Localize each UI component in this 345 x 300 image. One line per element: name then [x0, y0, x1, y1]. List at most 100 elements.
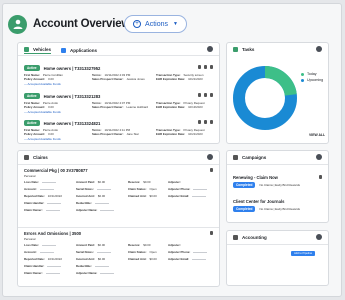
- field-label: Claim Owner:: [24, 208, 43, 212]
- campaigns-title: Campaigns: [242, 155, 267, 160]
- field-value: Leanne Hubbard: [126, 105, 149, 109]
- more-icon[interactable]: [210, 65, 213, 69]
- accounting-icon: [233, 235, 238, 240]
- claim-record: Errors And Omissions | 3500 Personal Los…: [24, 231, 213, 287]
- claim-title[interactable]: Errors And Omissions | 3500: [24, 231, 213, 236]
- field-value-placeholder: [193, 251, 208, 253]
- application-icon: [61, 48, 67, 53]
- field-label: Account:: [24, 187, 37, 191]
- field: Policy Amount: 0.00: [24, 132, 54, 136]
- settings-icon[interactable]: [316, 234, 322, 240]
- field-label: Adjuster Email:: [168, 257, 190, 261]
- edit-icon[interactable]: [198, 93, 201, 97]
- more-icon[interactable]: [210, 231, 213, 235]
- claim-field: Amount Paid: $0.00: [76, 180, 105, 184]
- edit-icon[interactable]: [198, 120, 201, 124]
- claim-title[interactable]: Commercial Pkg | 00 3V3780877: [24, 168, 213, 173]
- add-to-pipeline-button[interactable]: Add to Pipeline: [291, 251, 316, 256]
- settings-icon[interactable]: [316, 154, 322, 160]
- field-label: Policy Amount:: [24, 105, 46, 109]
- tab-applications[interactable]: Applications: [61, 48, 97, 53]
- record-title[interactable]: Home owners | T3313321283: [44, 94, 101, 99]
- record-title[interactable]: Home owners | T3313324821: [44, 121, 101, 126]
- actions-button[interactable]: + Actions ▼: [124, 15, 187, 33]
- plus-icon: +: [133, 20, 142, 28]
- claims-icon: [24, 155, 29, 160]
- field-value: Open: [149, 187, 157, 191]
- field-value: 10/21/2023: [188, 132, 203, 136]
- field-label: Adjuster Email:: [168, 194, 190, 198]
- copy-icon[interactable]: [204, 65, 207, 69]
- page-title: Account Overview: [33, 18, 131, 30]
- claim-field: Deductible:: [76, 264, 109, 268]
- divider: [18, 55, 219, 56]
- claim-field: Serial Notes:: [76, 187, 111, 191]
- view-all-link[interactable]: VIEW ALL: [309, 133, 325, 137]
- record-title[interactable]: Home owners | T3313327952: [44, 66, 101, 71]
- field-label: Claim Handler:: [24, 201, 45, 205]
- field-value-placeholder: [45, 209, 60, 211]
- field-value: Open: [149, 250, 157, 254]
- field-value-placeholder: [39, 188, 54, 190]
- field-label: Amount Paid:: [76, 243, 95, 247]
- record-link[interactable]: — Accepted Available Funds: [24, 82, 61, 86]
- claim-field: Reserve: $0.00: [128, 243, 150, 247]
- claim-field: Loss Date:: [24, 243, 56, 247]
- field-label: Adjuster Name:: [76, 208, 98, 212]
- field: Policy Amount: 0.00: [24, 105, 54, 109]
- field-value-placeholder: [41, 244, 56, 246]
- field-value: 10/13/2023: [188, 105, 203, 109]
- record-link[interactable]: — Accepted Available Funds: [24, 137, 61, 141]
- field-label: Loss Date:: [24, 180, 39, 184]
- accounting-header: Accounting: [233, 235, 267, 240]
- campaign-detail-text: No Claims | Early Bird Rewards: [259, 183, 300, 187]
- field-label: Adjuster Phone:: [168, 250, 191, 254]
- settings-icon[interactable]: [207, 154, 213, 160]
- field: Policy Amount: 0.00: [24, 77, 54, 81]
- record-link[interactable]: — Accepted Available Funds: [24, 110, 61, 114]
- copy-icon[interactable]: [204, 120, 207, 124]
- settings-icon[interactable]: [207, 46, 213, 52]
- claim-field: Loss Date:: [24, 180, 56, 184]
- claim-field: Incurred Amt: $0.00: [76, 257, 105, 261]
- campaign-title[interactable]: Client Center for Journals: [233, 199, 322, 204]
- record-title-row: Active Home owners | T3313327952: [24, 65, 213, 71]
- more-icon[interactable]: [210, 120, 213, 124]
- settings-icon[interactable]: [316, 46, 322, 52]
- claim-field: Adjuster:: [168, 180, 184, 184]
- edit-icon[interactable]: [198, 65, 201, 69]
- tasks-icon: [233, 47, 238, 52]
- claim-field: Adjuster Name:: [76, 271, 115, 275]
- field-label: Reserve:: [128, 243, 141, 247]
- user-icon: [13, 19, 22, 29]
- tab-vehicles[interactable]: Vehicles: [24, 47, 52, 54]
- field-value: 0.00: [48, 132, 54, 136]
- claim-field: Reported Date: 10/11/2022: [24, 194, 62, 198]
- copy-icon[interactable]: [204, 93, 207, 97]
- campaign-detail-text: No Claims | Early Bird Rewards: [259, 207, 300, 211]
- field-value: $0.00: [143, 243, 151, 247]
- claim-field: Adjuster Name:: [76, 208, 115, 212]
- field-label: Reported Date:: [24, 194, 45, 198]
- field: Sales Prospect Owner: Leanne Hubbard: [92, 105, 148, 109]
- claim-field: Adjuster Phone:: [168, 250, 208, 254]
- more-icon[interactable]: [210, 93, 213, 97]
- field-value: $0.00: [97, 243, 106, 247]
- campaign-detail: Completed No Claims | Early Bird Rewards: [233, 182, 300, 188]
- more-icon[interactable]: [319, 175, 322, 179]
- field-value-placeholder: [100, 209, 115, 211]
- record-tools: [198, 120, 213, 124]
- legend-dot-today: [301, 72, 304, 76]
- vehicles-card: Vehicles Applications Active Home owners…: [17, 42, 220, 144]
- claim-field: Account:: [24, 250, 54, 254]
- tasks-header: Tasks: [233, 47, 254, 52]
- field: EHR Expiration Date: 10/13/2023: [156, 105, 203, 109]
- campaign-title[interactable]: Renewing - Claim Now: [233, 175, 322, 180]
- field-value: $0.00: [149, 257, 157, 261]
- claim-field: Reserve: $0.00: [128, 180, 150, 184]
- claim-field: Incurred Amt: $0.00: [76, 194, 105, 198]
- record-tools: [319, 175, 322, 179]
- more-icon[interactable]: [210, 168, 213, 172]
- field-label: Claim Status:: [128, 187, 147, 191]
- avatar[interactable]: [8, 14, 27, 34]
